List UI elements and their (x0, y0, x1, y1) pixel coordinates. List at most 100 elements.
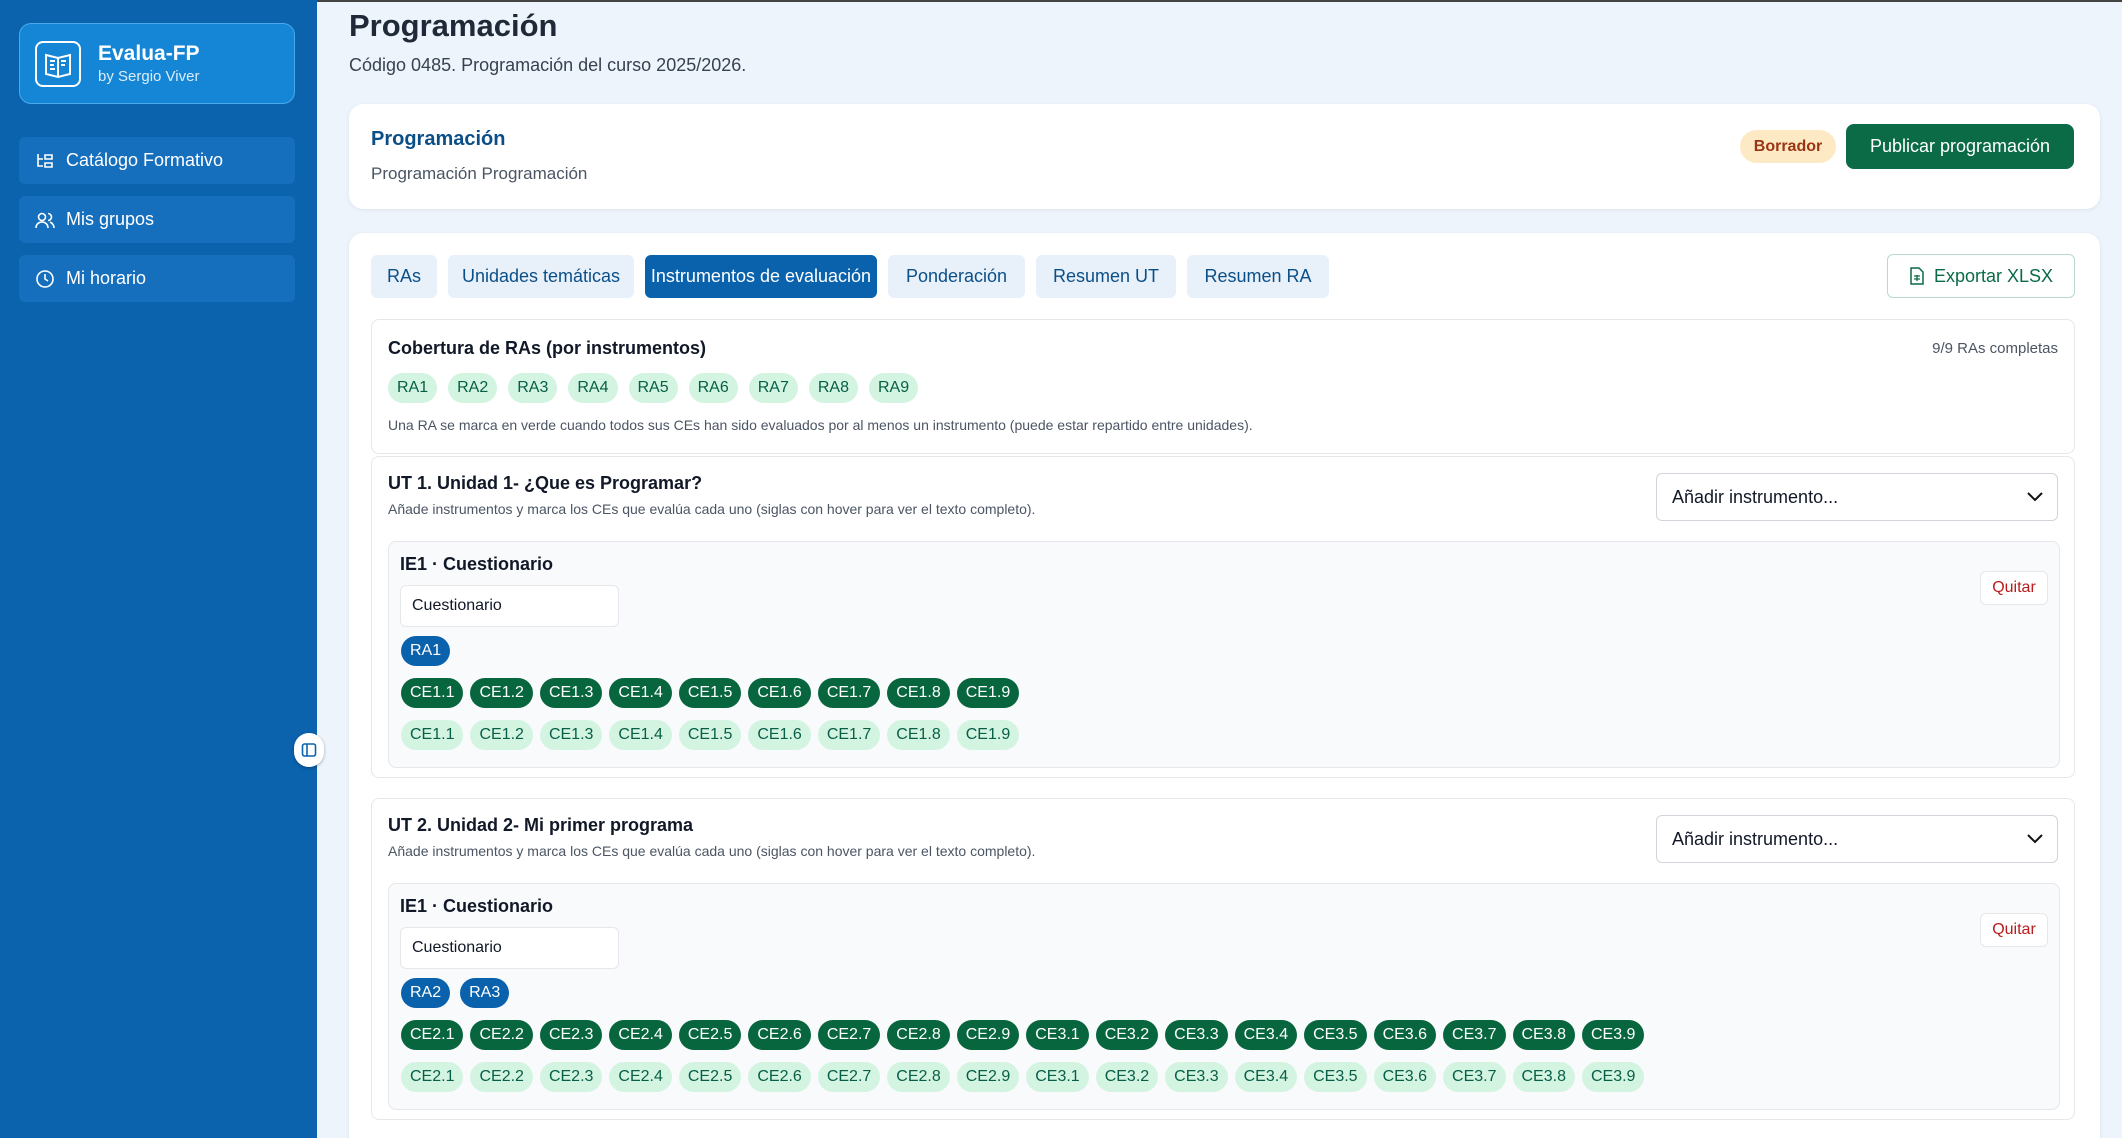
ra-coverage-chip: RA9 (869, 373, 919, 403)
ce-chip-selected[interactable]: CE2.3 (539, 1020, 603, 1050)
add-instrument-select[interactable]: Añadir instrumento... (1656, 473, 2058, 521)
ce-chip-selected[interactable]: CE3.3 (1165, 1020, 1228, 1050)
ce-chip[interactable]: CE3.3 (1165, 1062, 1228, 1092)
coverage-complete-count: 9/9 RAs completas (1932, 340, 2058, 357)
tab-instrumentos-evaluacion[interactable]: Instrumentos de evaluación (645, 255, 877, 298)
ce-chip-selected[interactable]: CE1.6 (748, 678, 811, 708)
ce-chip[interactable]: CE2.9 (956, 1062, 1020, 1092)
ce-chip[interactable]: CE2.8 (887, 1062, 950, 1092)
ce-chip-selected[interactable]: CE3.1 (1026, 1020, 1089, 1050)
ce-chip[interactable]: CE3.9 (1581, 1062, 1645, 1092)
ce-chip-selected[interactable]: CE3.7 (1443, 1020, 1506, 1050)
unit-panel-2: UT 2. Unidad 2- Mi primer programa Añade… (371, 798, 2075, 1120)
ce-chip[interactable]: CE1.8 (887, 720, 950, 750)
ce-chip-selected[interactable]: CE2.6 (748, 1020, 811, 1050)
nav-item-catalogo[interactable]: Catálogo Formativo (19, 137, 295, 184)
publish-button[interactable]: Publicar programación (1846, 124, 2074, 169)
ce-chip-selected[interactable]: CE1.2 (470, 678, 533, 708)
ra-chip[interactable]: RA2 (401, 978, 451, 1008)
ce-chip[interactable]: CE3.6 (1373, 1062, 1437, 1092)
instrument-name-input[interactable]: Cuestionario (400, 585, 619, 627)
ce-chip[interactable]: CE1.5 (678, 720, 742, 750)
sidebar: Evalua-FP by Sergio Viver Catálogo Forma… (0, 0, 317, 1138)
ce-chip[interactable]: CE2.3 (539, 1062, 603, 1092)
tab-resumen-ut[interactable]: Resumen UT (1036, 255, 1176, 298)
ce-chip[interactable]: CE3.8 (1512, 1062, 1575, 1092)
unit-title: UT 2. Unidad 2- Mi primer programa (388, 815, 694, 835)
ce-chip-selected[interactable]: CE2.2 (470, 1020, 533, 1050)
coverage-panel: Cobertura de RAs (por instrumentos) 9/9 … (371, 319, 2075, 454)
unit-note: Añade instrumentos y marca los CEs que e… (388, 843, 1036, 859)
nav-item-label: Mis grupos (66, 209, 155, 229)
instrument-ce-available-list: CE2.1 CE2.2 CE2.3 CE2.4 CE2.5 CE2.6 CE2.7 CE2.8… (401, 1062, 1645, 1092)
ce-chip-selected[interactable]: CE3.8 (1512, 1020, 1575, 1050)
ce-chip[interactable]: CE3.2 (1095, 1062, 1159, 1092)
instrument-card: IE1 · Cuestionario Cuestionario Quitar R… (388, 541, 2060, 768)
ce-chip[interactable]: CE1.6 (748, 720, 811, 750)
ce-chip-selected[interactable]: CE2.7 (817, 1020, 881, 1050)
ce-chip-selected[interactable]: CE3.4 (1234, 1020, 1298, 1050)
ce-chip[interactable]: CE2.5 (678, 1062, 742, 1092)
unit-title: UT 1. Unidad 1- ¿Que es Programar? (388, 473, 703, 493)
remove-instrument-button[interactable]: Quitar (1980, 913, 2048, 947)
ce-chip[interactable]: CE2.7 (817, 1062, 881, 1092)
ce-chip[interactable]: CE1.4 (609, 720, 672, 750)
ce-chip[interactable]: CE3.5 (1304, 1062, 1367, 1092)
ce-chip[interactable]: CE3.1 (1026, 1062, 1089, 1092)
ra-chip[interactable]: RA1 (401, 636, 451, 666)
instrument-title: IE1 · Cuestionario (400, 554, 554, 574)
app-title: Evalua-FP (98, 41, 200, 65)
add-instrument-select[interactable]: Añadir instrumento... (1656, 815, 2058, 863)
ce-chip[interactable]: CE1.7 (817, 720, 881, 750)
ce-chip-selected[interactable]: CE1.8 (887, 678, 950, 708)
ce-chip-selected[interactable]: CE2.4 (609, 1020, 672, 1050)
ce-chip[interactable]: CE1.3 (539, 720, 603, 750)
card-subtitle: Programación Programación (371, 164, 588, 183)
coverage-ra-list: RA1 RA2 RA3 RA4 RA5 RA6 RA7 RA8 RA9 (388, 373, 919, 403)
instrument-title: IE1 · Cuestionario (400, 896, 554, 916)
ce-chip[interactable]: CE3.7 (1443, 1062, 1506, 1092)
ra-coverage-chip: RA6 (688, 373, 738, 403)
export-label: Exportar XLSX (1933, 265, 2054, 286)
app-brand[interactable]: Evalua-FP by Sergio Viver (19, 23, 295, 104)
instrument-ce-available-list: CE1.1 CE1.2 CE1.3 CE1.4 CE1.5 CE1.6 CE1.7 CE1.8… (401, 720, 1020, 750)
ce-chip[interactable]: CE3.4 (1234, 1062, 1298, 1092)
ce-chip[interactable]: CE2.1 (401, 1062, 464, 1092)
ce-chip-selected[interactable]: CE1.7 (817, 678, 881, 708)
ce-chip[interactable]: CE2.6 (748, 1062, 811, 1092)
ce-chip-selected[interactable]: CE3.5 (1304, 1020, 1367, 1050)
coverage-note: Una RA se marca en verde cuando todos su… (388, 417, 1253, 433)
tab-ras[interactable]: RAs (371, 255, 437, 298)
instrument-ce-selected-list: CE1.1 CE1.2 CE1.3 CE1.4 CE1.5 CE1.6 CE1.7 CE1.8… (401, 678, 1020, 708)
ce-chip-selected[interactable]: CE3.9 (1581, 1020, 1645, 1050)
ra-coverage-chip: RA8 (808, 373, 858, 403)
ce-chip-selected[interactable]: CE1.4 (609, 678, 672, 708)
ce-chip-selected[interactable]: CE1.9 (956, 678, 1020, 708)
ce-chip-selected[interactable]: CE2.1 (401, 1020, 464, 1050)
ce-chip-selected[interactable]: CE1.5 (678, 678, 742, 708)
instrument-name-input[interactable]: Cuestionario (400, 927, 619, 969)
nav-item-mi-horario[interactable]: Mi horario (19, 255, 295, 302)
ce-chip[interactable]: CE1.9 (956, 720, 1020, 750)
tab-ponderacion[interactable]: Ponderación (888, 255, 1025, 298)
export-xlsx-button[interactable]: Exportar XLSX (1887, 254, 2075, 298)
ra-coverage-chip: RA5 (628, 373, 678, 403)
ce-chip-selected[interactable]: CE3.6 (1373, 1020, 1437, 1050)
ce-chip[interactable]: CE1.2 (470, 720, 533, 750)
tab-unidades-tematicas[interactable]: Unidades temáticas (448, 255, 634, 298)
tabs-card: RAs Unidades temáticas Instrumentos de e… (349, 233, 2100, 1138)
remove-instrument-button[interactable]: Quitar (1980, 571, 2048, 605)
ce-chip[interactable]: CE2.2 (470, 1062, 533, 1092)
ce-chip[interactable]: CE1.1 (401, 720, 464, 750)
ce-chip-selected[interactable]: CE1.1 (401, 678, 464, 708)
nav-item-mis-grupos[interactable]: Mis grupos (19, 196, 295, 243)
ce-chip[interactable]: CE2.4 (609, 1062, 672, 1092)
ce-chip-selected[interactable]: CE3.2 (1095, 1020, 1159, 1050)
ce-chip-selected[interactable]: CE1.3 (539, 678, 603, 708)
chevron-down-icon (2027, 492, 2043, 502)
ra-chip[interactable]: RA3 (460, 978, 510, 1008)
ce-chip-selected[interactable]: CE2.9 (956, 1020, 1020, 1050)
ce-chip-selected[interactable]: CE2.8 (887, 1020, 950, 1050)
ce-chip-selected[interactable]: CE2.5 (678, 1020, 742, 1050)
tab-resumen-ra[interactable]: Resumen RA (1187, 255, 1329, 298)
